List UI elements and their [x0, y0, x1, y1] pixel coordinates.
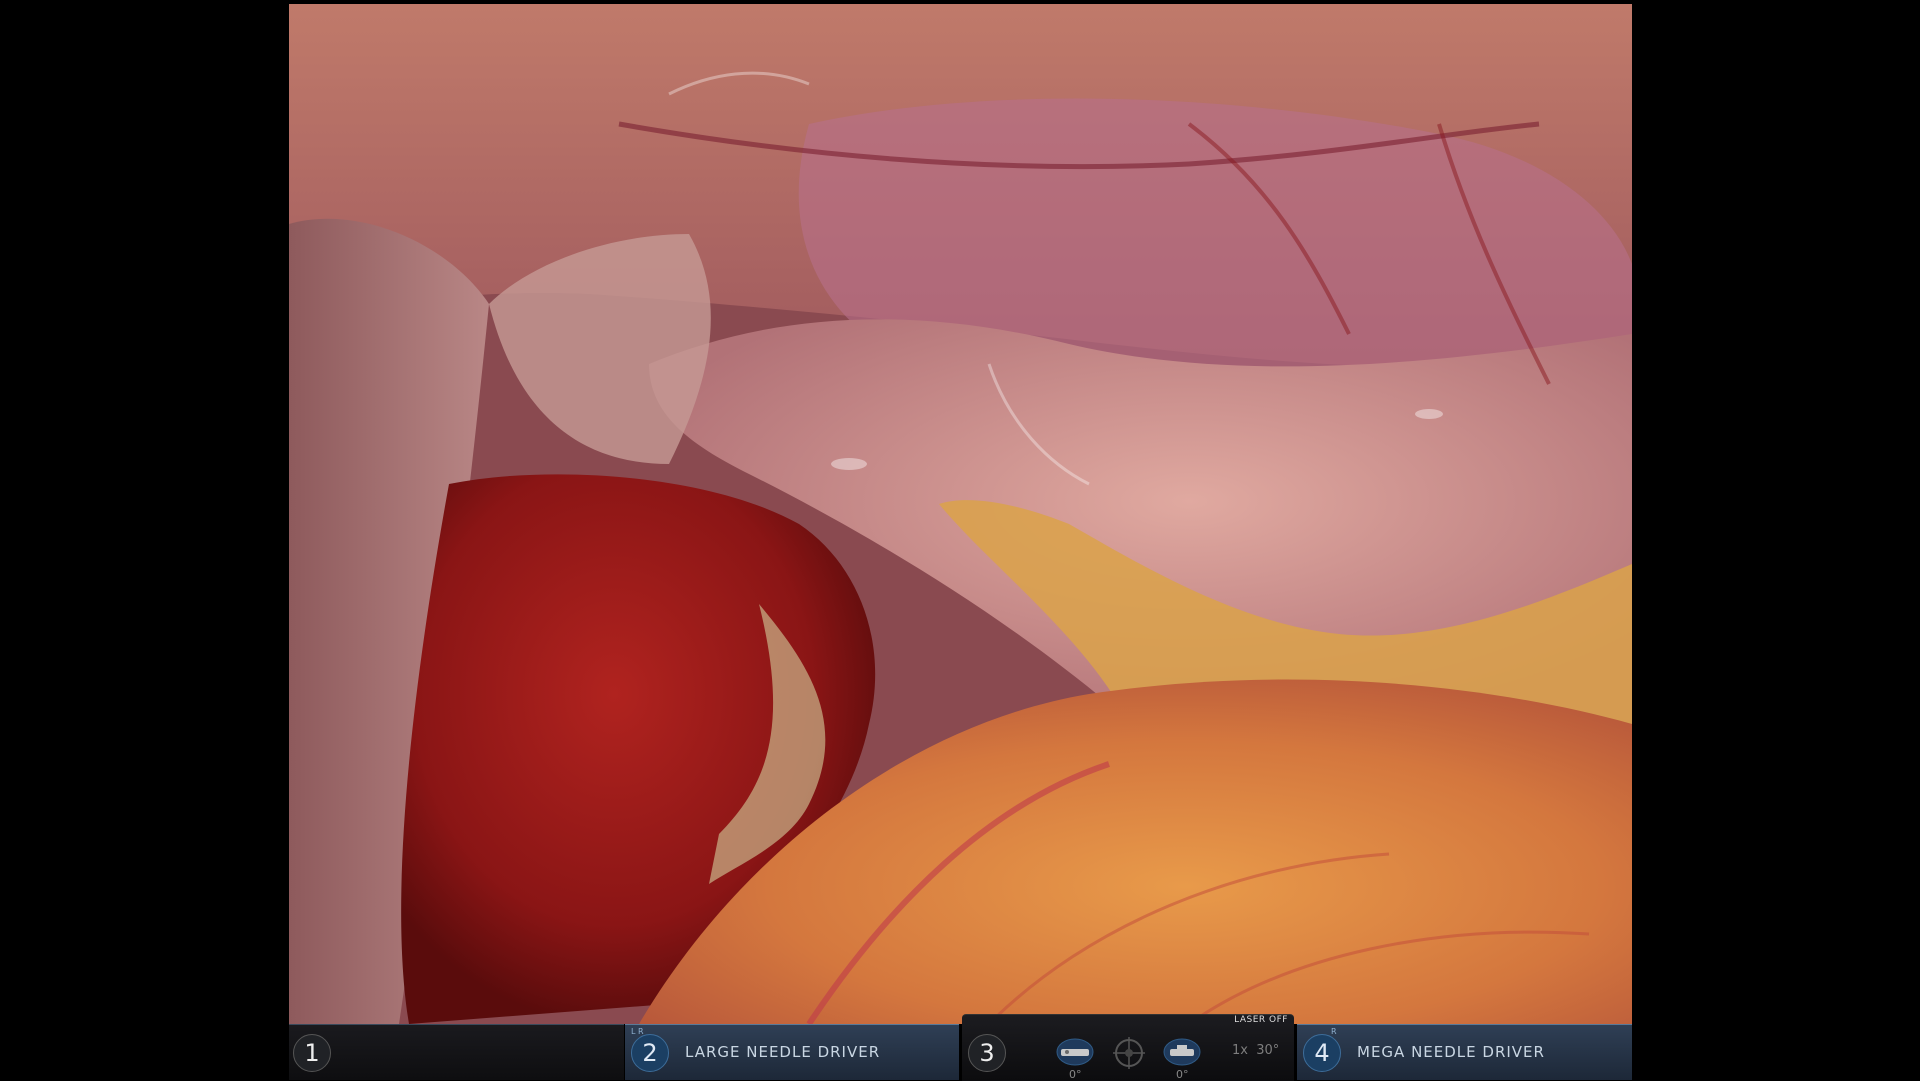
camera-control-panel[interactable]: LASER OFF 3 0° 0° 1x 30°: [962, 1014, 1294, 1081]
zoom-scope-readout: 1x 30°: [1232, 1043, 1279, 1058]
endoscope-video-feed: [289, 4, 1632, 1024]
arm-2-panel[interactable]: L R 2 LARGE NEEDLE DRIVER: [625, 1024, 959, 1080]
instrument-status-bar: 1 L R 2 LARGE NEEDLE DRIVER R 4 MEGA NEE…: [289, 1024, 1632, 1080]
laser-status: LASER OFF: [1234, 1015, 1288, 1025]
arm-4-panel[interactable]: R 4 MEGA NEEDLE DRIVER: [1297, 1024, 1632, 1080]
camera-crosshair-icon: [1113, 1037, 1145, 1069]
arm-2-instrument-label: LARGE NEEDLE DRIVER: [685, 1043, 881, 1061]
arm-4-number: 4: [1303, 1034, 1341, 1072]
right-instrument-icon: [1163, 1038, 1201, 1066]
arm-4-instrument-label: MEGA NEEDLE DRIVER: [1357, 1043, 1545, 1061]
arm-1-panel[interactable]: 1: [289, 1024, 624, 1080]
arm-3-number: 3: [968, 1034, 1006, 1072]
zoom-level: 1x: [1232, 1043, 1248, 1058]
arm-2-number: 2: [631, 1034, 669, 1072]
arm-4-lr-indicator: R: [1331, 1027, 1337, 1036]
scope-angle: 30°: [1256, 1043, 1280, 1058]
left-instrument-icon: [1056, 1038, 1094, 1066]
surgical-scene: [289, 4, 1632, 1024]
right-instrument-angle: 0°: [1176, 1068, 1189, 1081]
arm-1-number: 1: [293, 1034, 331, 1072]
left-instrument-angle: 0°: [1069, 1068, 1082, 1081]
